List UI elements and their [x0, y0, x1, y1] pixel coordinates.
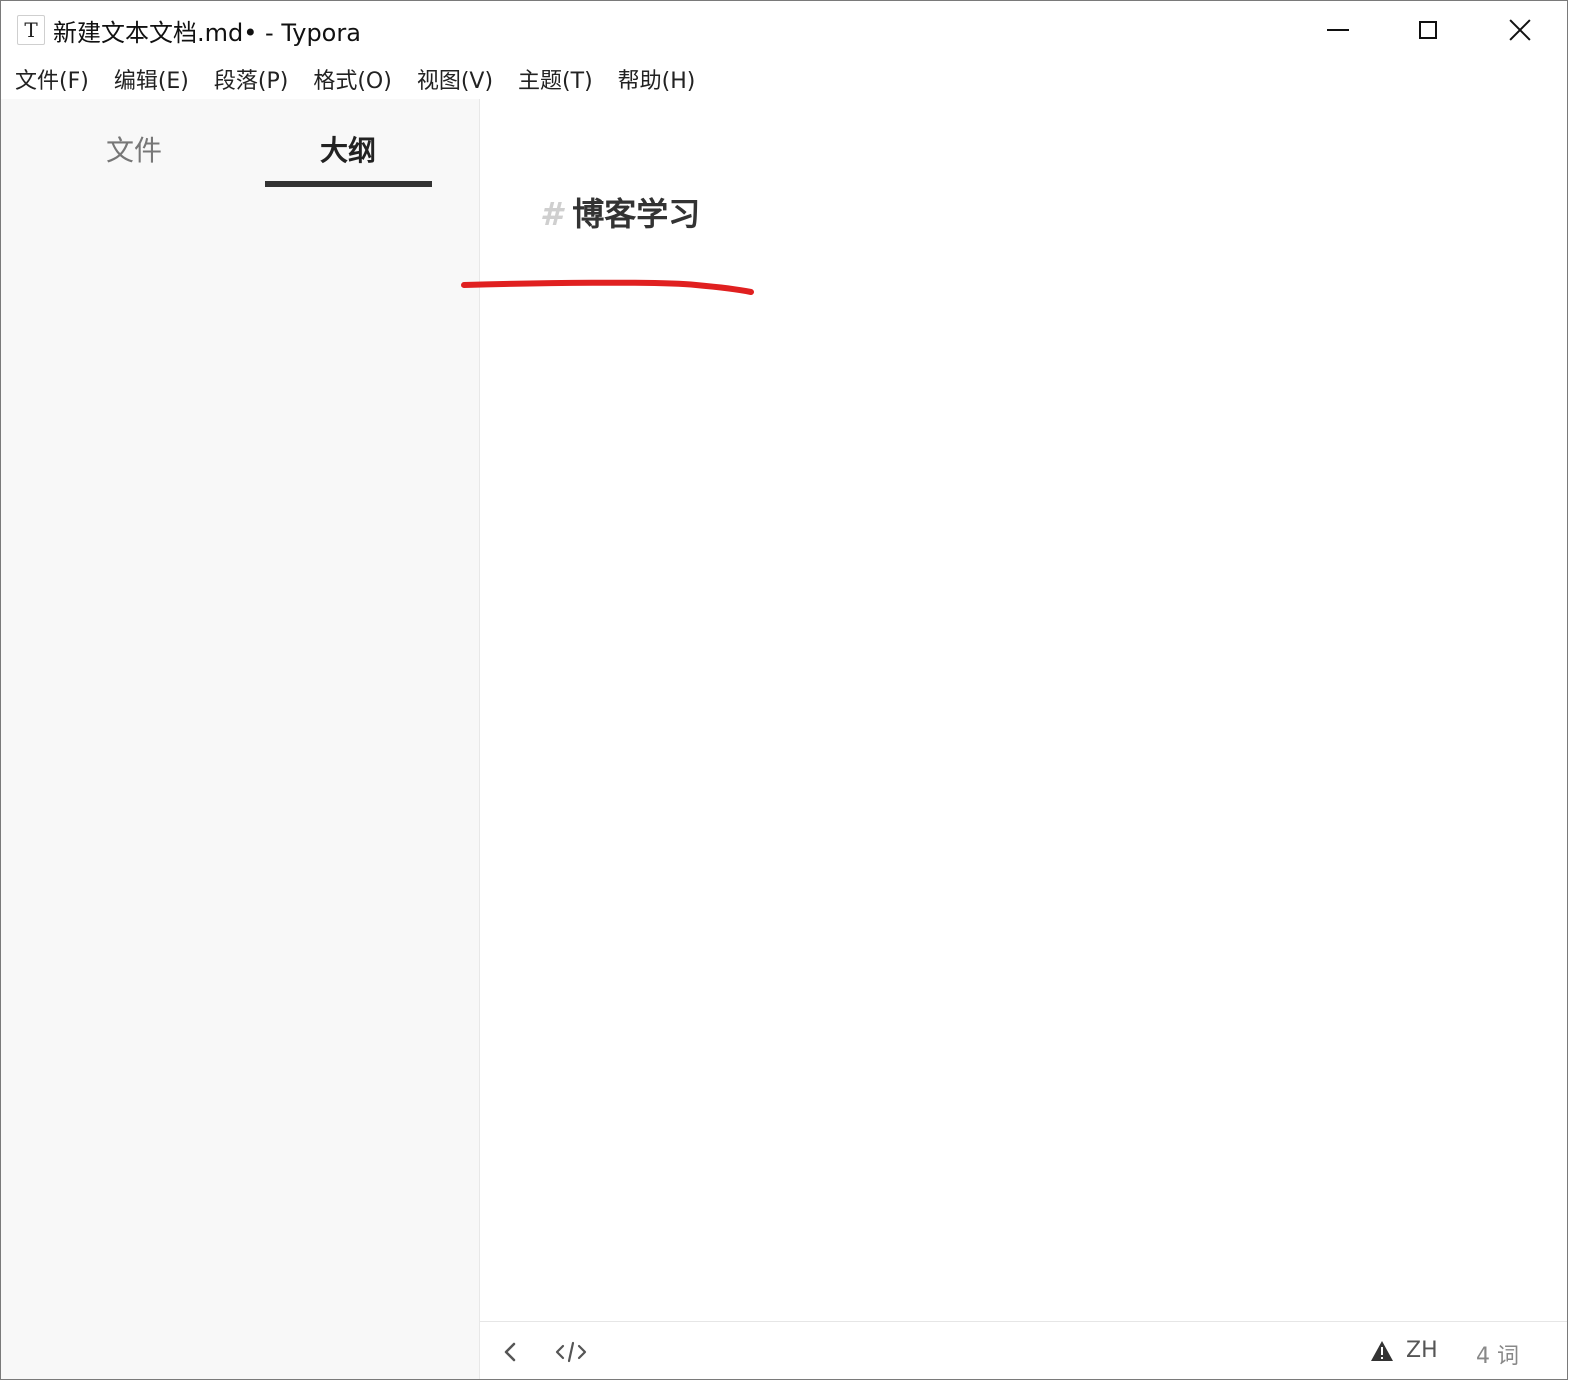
menu-edit[interactable]: 编辑(E) — [114, 63, 189, 95]
menu-format[interactable]: 格式(O) — [313, 63, 391, 95]
toggle-sidebar-icon[interactable] — [500, 1340, 522, 1364]
active-tab-indicator — [265, 181, 432, 187]
heading-text: 博客学习 — [572, 195, 701, 233]
menu-theme[interactable]: 主题(T) — [518, 63, 593, 95]
heading-marker: # — [540, 195, 563, 233]
status-bar: ZH 4 词 — [480, 1321, 1567, 1379]
menu-file[interactable]: 文件(F) — [15, 63, 89, 95]
tab-outline[interactable]: 大纲 — [265, 129, 431, 187]
window-title: 新建文本文档.md• - Typora — [53, 19, 361, 47]
minimize-icon — [1327, 29, 1349, 31]
menu-paragraph[interactable]: 段落(P) — [214, 63, 288, 95]
close-icon — [1509, 19, 1531, 41]
typora-window: T 新建文本文档.md• - Typora 文件(F) 编辑(E) 段落(P) … — [0, 0, 1568, 1380]
tab-files[interactable]: 文件 — [51, 129, 217, 187]
warning-icon[interactable] — [1370, 1340, 1394, 1362]
menu-bar: 文件(F) 编辑(E) 段落(P) 格式(O) 视图(V) 主题(T) 帮助(H… — [1, 59, 1567, 99]
menu-view[interactable]: 视图(V) — [417, 63, 493, 95]
menu-help[interactable]: 帮助(H) — [618, 63, 696, 95]
maximize-icon — [1419, 21, 1437, 39]
minimize-button[interactable] — [1293, 1, 1383, 59]
language-indicator[interactable]: ZH — [1406, 1338, 1438, 1363]
maximize-button[interactable] — [1383, 1, 1473, 59]
close-button[interactable] — [1475, 1, 1565, 59]
title-bar: T 新建文本文档.md• - Typora — [1, 1, 1567, 59]
red-annotation-underline — [461, 279, 754, 295]
sidebar: 文件 大纲 — [1, 99, 480, 1379]
heading-1[interactable]: # 博客学习 — [540, 189, 700, 235]
source-code-mode-icon[interactable] — [554, 1340, 588, 1364]
word-count[interactable]: 4 词 — [1476, 1338, 1519, 1370]
typora-app-icon: T — [17, 15, 45, 45]
